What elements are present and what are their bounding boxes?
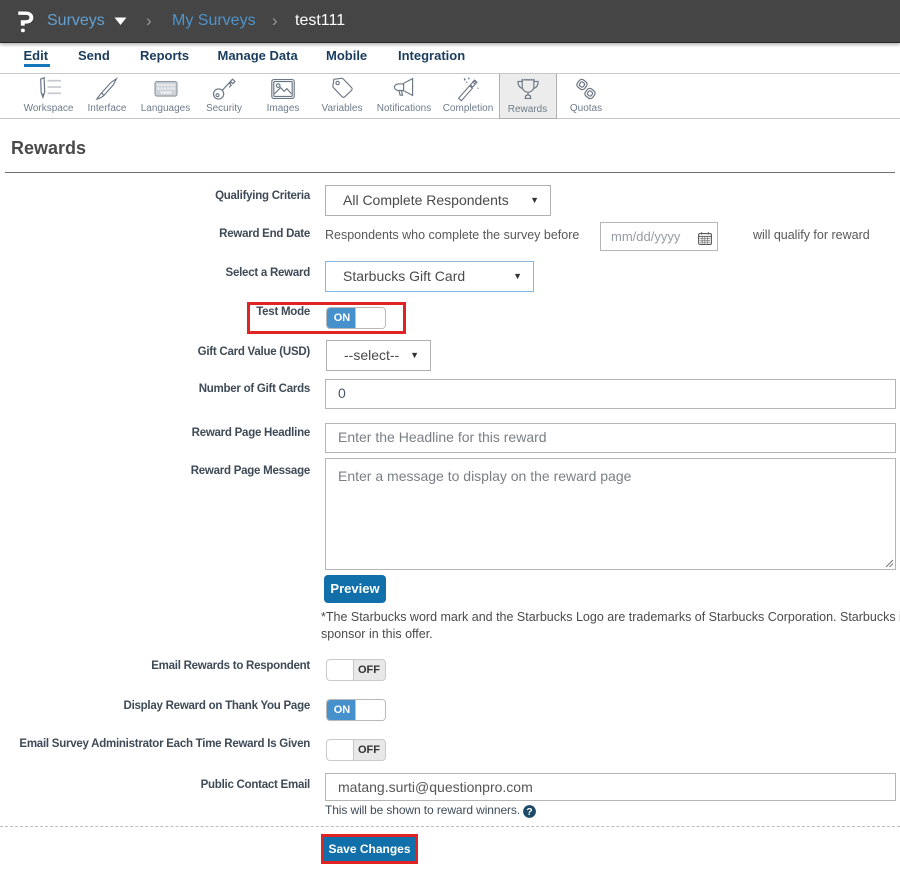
svg-text:?: ? (526, 806, 532, 818)
